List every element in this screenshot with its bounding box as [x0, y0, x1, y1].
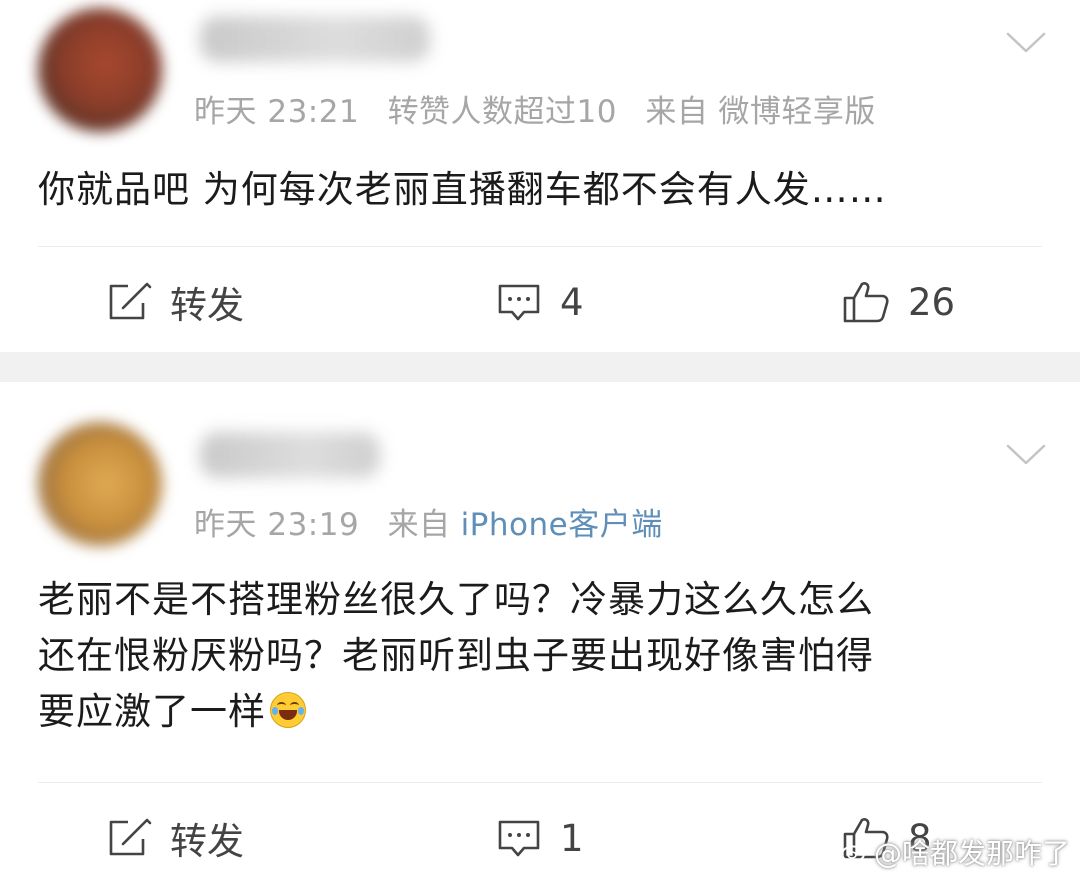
post-meta: 昨天 23:21 转赞人数超过10 来自 微博轻享版: [194, 86, 876, 131]
comment-icon: [498, 820, 540, 857]
thumbs-up-icon: [843, 282, 889, 323]
username[interactable]: [200, 16, 430, 62]
source-name[interactable]: iPhone客户端: [461, 507, 663, 543]
comment-card: 昨天 23:21 转赞人数超过10 来自 微博轻享版 你就品吧 为何每次老丽直播翻…: [0, 0, 1080, 352]
comment-button[interactable]: 1: [496, 798, 584, 878]
post-meta: 昨天 23:19 来自 iPhone客户端: [194, 499, 663, 544]
repost-label: 转发: [170, 284, 244, 327]
comment-card: 昨天 23:19 来自 iPhone客户端 老丽不是不搭理粉丝很久了吗？冷暴力这么…: [0, 382, 1080, 880]
action-bar: 转发 4 26: [0, 262, 1080, 342]
comment-button[interactable]: 4: [496, 262, 584, 342]
comment-count: 1: [560, 816, 584, 860]
avatar[interactable]: [38, 422, 162, 546]
repost-button[interactable]: 转发: [106, 798, 244, 878]
chevron-down-icon[interactable]: [1004, 20, 1048, 64]
post-time: 昨天 23:19: [194, 507, 360, 543]
post-content: 老丽不是不搭理粉丝很久了吗？冷暴力这么久怎么 还在恨粉厌粉吗？老丽听到虫子要出现…: [38, 572, 1038, 740]
content-line: 老丽不是不搭理粉丝很久了吗？冷暴力这么久怎么: [38, 578, 874, 621]
like-button[interactable]: 26: [842, 262, 955, 342]
avatar[interactable]: [38, 8, 162, 132]
watermark: @啥都发那咋了: [840, 832, 1070, 872]
content-line-text: 要应激了一样: [38, 690, 266, 733]
like-count: 26: [908, 280, 956, 324]
watermark-text: @啥都发那咋了: [873, 837, 1070, 870]
username[interactable]: [200, 432, 380, 478]
content-line-last: 要应激了一样: [38, 684, 1038, 740]
post-content: 你就品吧 为何每次老丽直播翻车都不会有人发……: [38, 168, 887, 211]
divider: [38, 782, 1042, 783]
comment-icon: [498, 284, 540, 321]
weibo-logo-icon: [840, 843, 869, 863]
repost-icon: [109, 818, 152, 856]
comment-feed: 昨天 23:21 转赞人数超过10 来自 微博轻享版 你就品吧 为何每次老丽直播翻…: [0, 0, 1080, 880]
chevron-down-icon[interactable]: [1004, 432, 1048, 476]
divider: [38, 246, 1042, 247]
source-prefix: 来自: [387, 507, 451, 543]
source-prefix: 来自: [645, 94, 709, 130]
comment-count: 4: [560, 280, 584, 324]
laughing-tears-emoji: [270, 692, 306, 728]
card-separator: [0, 352, 1080, 382]
repost-label: 转发: [170, 820, 244, 863]
content-line: 还在恨粉厌粉吗？老丽听到虫子要出现好像害怕得: [38, 634, 874, 677]
source-name[interactable]: 微博轻享版: [718, 94, 876, 130]
repost-icon: [109, 282, 152, 320]
repost-note: 转赞人数超过10: [387, 94, 618, 130]
repost-button[interactable]: 转发: [106, 262, 244, 342]
post-time: 昨天 23:21: [194, 94, 360, 130]
